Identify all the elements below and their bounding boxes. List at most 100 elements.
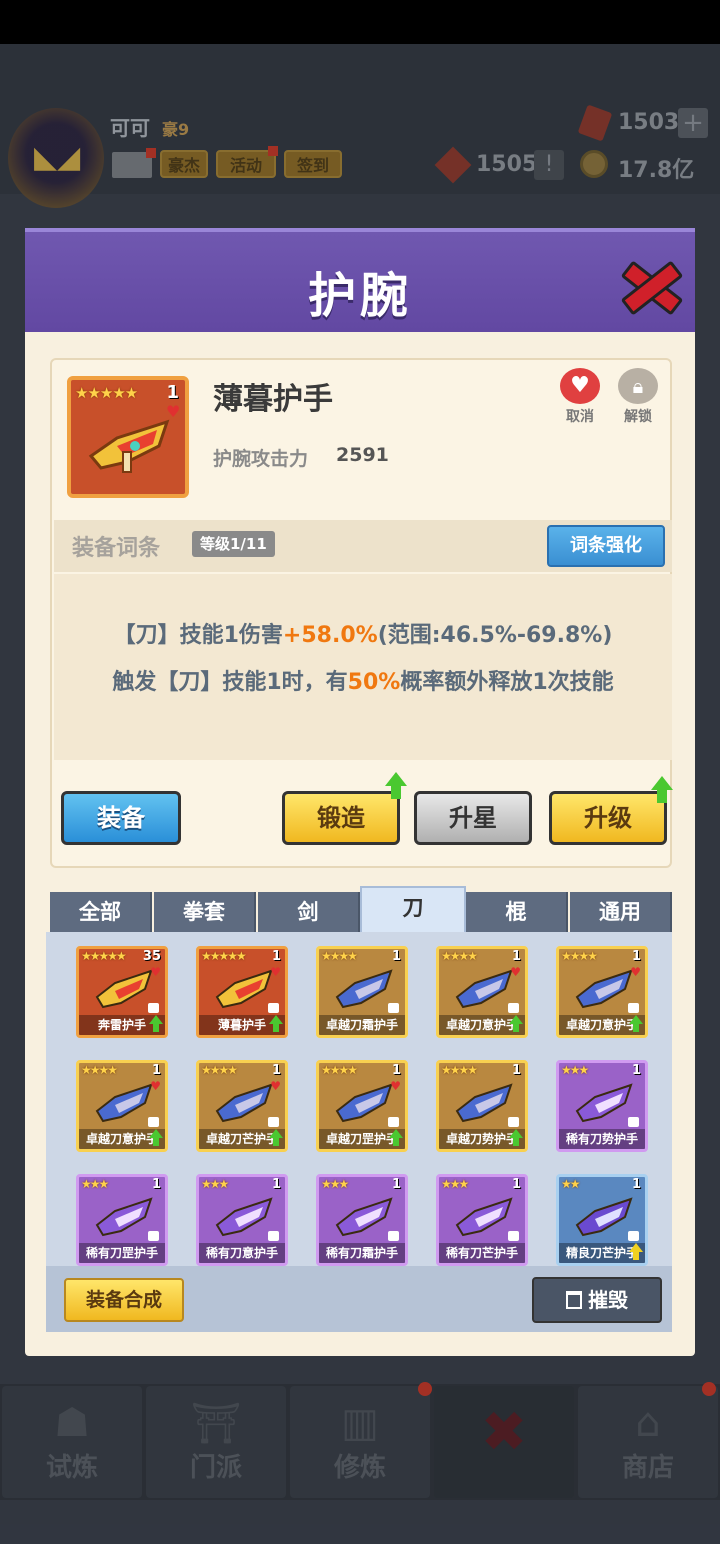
destroy-label: 摧毁	[588, 1288, 628, 1312]
slot-count: 1	[151, 1177, 161, 1192]
favorite-heart-icon: ♥	[510, 965, 521, 979]
slot-count: 1	[151, 1063, 161, 1078]
tab-gloves[interactable]: 拳套	[154, 892, 256, 932]
lock-icon	[148, 1003, 159, 1013]
slot-stars: ★★★	[81, 1177, 109, 1191]
destroy-button[interactable]: 摧毁	[532, 1277, 662, 1323]
affix-enhance-button[interactable]: 词条强化	[547, 525, 665, 567]
equipment-slot[interactable]: ★★★★ 1 ♥ 卓越刀意护手	[436, 946, 528, 1038]
upgrade-arrow-icon	[629, 1015, 643, 1033]
equipment-slot[interactable]: ★★★ 1 稀有刀意护手	[196, 1174, 288, 1266]
unfavorite-button[interactable]: ♥ 取消	[558, 368, 602, 428]
equipment-slot[interactable]: ★★ 1 精良刀芒护手	[556, 1174, 648, 1266]
wristguard-icon	[455, 1197, 513, 1237]
favorite-heart-icon: ♥	[630, 965, 641, 979]
slot-stars: ★★★★★	[201, 949, 247, 963]
affix-line-2: 触发【刀】技能1时，有50%概率额外释放1次技能	[54, 664, 672, 696]
slot-name: 稀有刀势护手	[559, 1129, 645, 1149]
slot-count: 35	[142, 949, 161, 964]
lock-icon	[388, 1231, 399, 1241]
slot-count: 1	[391, 949, 401, 964]
lock-icon	[508, 1117, 519, 1127]
slot-count: 1	[631, 1177, 641, 1192]
close-button[interactable]	[618, 254, 680, 312]
unlock-button[interactable]: 🔒︎ 解锁	[616, 368, 660, 428]
wristguard-icon	[335, 1083, 393, 1123]
equipment-slot[interactable]: ★★★ 1 稀有刀霜护手	[316, 1174, 408, 1266]
wristguard-icon	[95, 969, 153, 1009]
item-count: 1	[166, 382, 179, 403]
tab-all[interactable]: 全部	[50, 892, 152, 932]
equipment-slot[interactable]: ★★★★ 1 ♥ 卓越刀意护手	[76, 1060, 168, 1152]
equipment-slot[interactable]: ★★★★ 1 ♥ 卓越刀意护手	[556, 946, 648, 1038]
wristguard-icon	[215, 1197, 273, 1237]
tab-sword[interactable]: 剑	[258, 892, 360, 932]
forge-button[interactable]: 锻造	[282, 791, 400, 845]
slot-stars: ★★	[561, 1177, 580, 1191]
equipment-slot[interactable]: ★★★ 1 稀有刀势护手	[556, 1060, 648, 1152]
slot-count: 1	[511, 1177, 521, 1192]
slot-name: 稀有刀芒护手	[439, 1243, 525, 1263]
slot-count: 1	[511, 949, 521, 964]
affix-level-badge: 等级1/11	[192, 531, 275, 557]
slot-stars: ★★★★	[321, 1063, 358, 1077]
status-bar	[0, 0, 720, 44]
slot-stars: ★★★	[321, 1177, 349, 1191]
tab-staff[interactable]: 棍	[466, 892, 568, 932]
upgrade-arrow-icon	[269, 1129, 283, 1147]
favorite-heart-icon: ♥	[150, 1079, 161, 1093]
equipment-grid: ★★★★★ 35 ♥ 奔雷护手 ★★★★★ 1 ♥ 薄暮护手 ★★★★ 1 卓越刀霜护手 ★★★★ 1 ♥…	[46, 932, 672, 1266]
forge-upgrade-arrow-icon	[385, 772, 407, 800]
upgrade-arrow-icon	[509, 1129, 523, 1147]
equipment-slot[interactable]: ★★★★ 1 ♥ 卓越刀芒护手	[196, 1060, 288, 1152]
wristguard-icon	[95, 1083, 153, 1123]
upgrade-arrow-icon	[149, 1129, 163, 1147]
equipment-slot[interactable]: ★★★★ 1 卓越刀霜护手	[316, 946, 408, 1038]
slot-count: 1	[631, 949, 641, 964]
lock-icon: 🔒︎	[618, 368, 658, 404]
equipment-slot[interactable]: ★★★ 1 稀有刀罡护手	[76, 1174, 168, 1266]
item-stars: ★★★★★	[75, 384, 138, 402]
slot-stars: ★★★★	[441, 1063, 478, 1077]
slot-stars: ★★★	[441, 1177, 469, 1191]
lock-icon	[268, 1117, 279, 1127]
tab-blade[interactable]: 刀	[360, 886, 466, 932]
star-up-button[interactable]: 升星	[414, 791, 532, 845]
upgrade-arrow-icon	[389, 1129, 403, 1147]
lock-icon	[148, 1231, 159, 1241]
modal-title: 护腕	[307, 268, 412, 324]
selected-item-icon: ★★★★★ 1	[67, 376, 189, 498]
trash-icon	[566, 1291, 582, 1309]
lock-icon	[388, 1117, 399, 1127]
equip-button[interactable]: 装备	[61, 791, 181, 845]
equipment-slot[interactable]: ★★★★★ 35 ♥ 奔雷护手	[76, 946, 168, 1038]
wristguard-icon	[335, 1197, 393, 1237]
equipment-slot[interactable]: ★★★★ 1 卓越刀势护手	[436, 1060, 528, 1152]
tab-general[interactable]: 通用	[570, 892, 672, 932]
modal-header: 护腕	[25, 228, 695, 332]
wristguard-icon	[215, 969, 273, 1009]
synthesize-button[interactable]: 装备合成	[64, 1278, 184, 1322]
affix-line-2-text: 触发【刀】技能1时，有	[112, 670, 348, 695]
favorite-heart-icon: ♥	[270, 965, 281, 979]
wristguard-icon	[455, 1083, 513, 1123]
slot-count: 1	[631, 1063, 641, 1078]
affix-line-1-highlight: +58.0%	[282, 623, 378, 648]
favorite-heart-icon: ♥	[150, 965, 161, 979]
equipment-slot[interactable]: ★★★ 1 稀有刀芒护手	[436, 1174, 528, 1266]
upgrade-button[interactable]: 升级	[549, 791, 667, 845]
equipment-slot[interactable]: ★★★★★ 1 ♥ 薄暮护手	[196, 946, 288, 1038]
slot-stars: ★★★★	[441, 949, 478, 963]
lock-icon	[268, 1003, 279, 1013]
slot-stars: ★★★★	[561, 949, 598, 963]
affix-title: 装备词条	[72, 536, 161, 561]
upgrade-arrow-icon	[629, 1243, 643, 1261]
heart-icon: ♥	[560, 368, 600, 404]
equipment-slot[interactable]: ★★★★ 1 ♥ 卓越刀罡护手	[316, 1060, 408, 1152]
slot-count: 1	[271, 1177, 281, 1192]
wristguard-icon	[95, 1197, 153, 1237]
slot-name: 稀有刀霜护手	[319, 1243, 405, 1263]
slot-stars: ★★★★	[81, 1063, 118, 1077]
wristguard-icon	[575, 969, 633, 1009]
upgrade-arrow-icon	[269, 1015, 283, 1033]
